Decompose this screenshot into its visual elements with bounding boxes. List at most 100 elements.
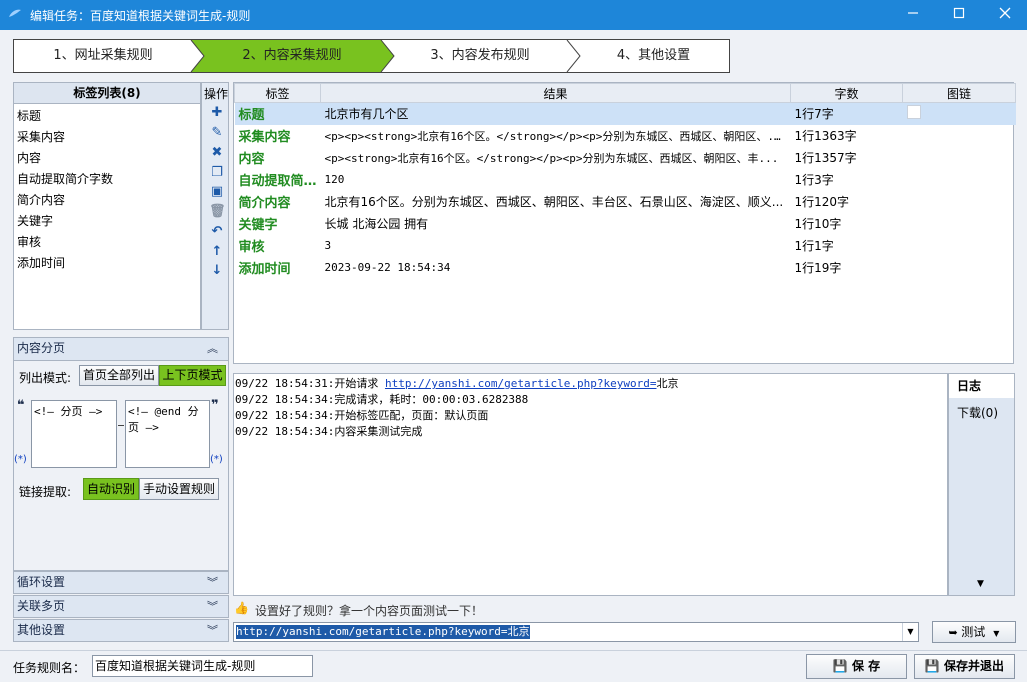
row-result: 北京有16个区。分别为东城区、西城区、朝阳区、丰台区、石景山区、海淀区、顺义..…: [324, 195, 784, 209]
row-result: <p><p><strong>北京有16个区。</strong></p><p>分别…: [324, 129, 788, 143]
log-url-link[interactable]: http://yanshi.com/getarticle.php?keyword…: [385, 377, 657, 390]
tag-item[interactable]: 自动提取简介字数: [17, 170, 113, 187]
col-tag[interactable]: 标签: [234, 83, 321, 103]
move-down-icon[interactable]: ↓: [209, 263, 225, 279]
table-row[interactable]: 自动提取简… 120 1行3字: [235, 169, 1016, 191]
url-dropdown-icon[interactable]: ▼: [902, 623, 918, 641]
start-marker-input[interactable]: <!— 分页 —>: [31, 400, 117, 468]
quote-close-icon: ❞: [211, 398, 219, 413]
log-line: 09/22 18:54:31:开始请求 http://yanshi.com/ge…: [235, 377, 679, 390]
end-marker-input[interactable]: <!— @end 分页 —>: [125, 400, 210, 468]
paging-header[interactable]: 内容分页 ︽: [14, 338, 228, 361]
multi-page-header[interactable]: 关联多页 ︾: [13, 595, 229, 618]
row-tag: 审核: [238, 240, 265, 255]
step-publish-rules[interactable]: 3、内容发布规则: [392, 40, 568, 72]
delete-icon[interactable]: ✖: [209, 145, 225, 161]
scroll-down-icon[interactable]: ▼: [977, 579, 984, 589]
row-count: 1行120字: [794, 195, 850, 209]
wildcard-start-button[interactable]: (*): [14, 454, 27, 465]
minimize-button[interactable]: [890, 0, 936, 30]
marker-separator: [118, 414, 124, 426]
link-extract-label: 链接提取:: [19, 485, 72, 499]
rule-name-input[interactable]: 百度知道根据关键词生成-规则: [92, 655, 313, 677]
log-line: 09/22 18:54:34:开始标签匹配，页面：默认页面: [235, 409, 489, 422]
tab-download[interactable]: 下载(0): [957, 404, 998, 421]
close-button[interactable]: [982, 0, 1027, 30]
tag-item[interactable]: 标题: [17, 107, 41, 124]
expand-icon: ︾: [207, 576, 218, 589]
table-row[interactable]: 标题 北京市有几个区 1行7字: [234, 102, 1016, 125]
save-exit-button[interactable]: 💾 保存并退出: [914, 654, 1015, 679]
maximize-button[interactable]: [936, 0, 982, 30]
tab-log[interactable]: 日志: [949, 374, 1014, 398]
results-panel: 标签 结果 字数 图链 标题 北京市有几个区 1行7字 采集内容 <p><p><…: [233, 82, 1016, 364]
step-other-settings[interactable]: 4、其他设置: [578, 40, 729, 72]
mode-prev-next-button[interactable]: 上下页模式: [159, 365, 226, 386]
row-result: 长城 北海公园 拥有: [324, 217, 429, 231]
test-button[interactable]: ➥ 测试 ▼: [932, 621, 1016, 643]
image-link-cell[interactable]: [906, 105, 921, 120]
move-up-icon[interactable]: ↑: [209, 244, 225, 260]
thumbs-up-icon: 👍: [234, 601, 249, 615]
table-row[interactable]: 采集内容 <p><p><strong>北京有16个区。</strong></p>…: [235, 125, 1016, 147]
col-result[interactable]: 结果: [320, 83, 791, 103]
test-dropdown-icon: ▼: [993, 629, 1000, 638]
row-count: 1行1字: [794, 239, 834, 253]
test-url-field[interactable]: http://yanshi.com/getarticle.php?keyword…: [233, 622, 919, 642]
save-icon: 💾: [832, 659, 852, 673]
window-title: 编辑任务：百度知道根据关键词生成-规则: [30, 9, 251, 23]
save-exit-icon: 💾: [924, 659, 945, 673]
add-icon[interactable]: ✚: [209, 105, 225, 121]
row-count: 1行7字: [790, 102, 903, 125]
link-manual-button[interactable]: 手动设置规则: [139, 478, 219, 500]
col-count[interactable]: 字数: [790, 83, 903, 103]
row-count: 1行19字: [794, 261, 842, 275]
table-row[interactable]: 简介内容 北京有16个区。分别为东城区、西城区、朝阳区、丰台区、石景山区、海淀区…: [235, 191, 1016, 213]
step-content-rules[interactable]: 2、内容采集规则: [202, 40, 382, 72]
row-image-link: [903, 235, 1016, 257]
row-image-link: [903, 213, 1016, 235]
row-image-link: [902, 102, 1016, 125]
table-row[interactable]: 内容 <p><strong>北京有16个区。</strong></p><p>分别…: [235, 147, 1016, 169]
row-result: 北京市有几个区: [320, 102, 791, 125]
paging-title: 内容分页: [17, 341, 66, 355]
table-row[interactable]: 添加时间 2023-09-22 18:54:34 1行19字: [235, 257, 1016, 279]
tag-item[interactable]: 采集内容: [17, 128, 65, 145]
wildcard-end-button[interactable]: (*): [210, 454, 223, 465]
ops-toolbar: 操作 ✚ ✎ ✖ ❐ ▣ 🗑 ↶ ↑ ↓: [201, 82, 229, 330]
step-url-rules[interactable]: 1、网址采集规则: [14, 40, 192, 72]
link-auto-button[interactable]: 自动识别: [83, 478, 139, 500]
table-row[interactable]: 关键字 长城 北海公园 拥有 1行10字: [235, 213, 1016, 235]
tag-item[interactable]: 内容: [17, 149, 41, 166]
trash-icon[interactable]: 🗑: [209, 204, 226, 220]
rule-name-label: 任务规则名：: [13, 661, 86, 675]
ops-title: 操作: [203, 87, 228, 101]
tag-item[interactable]: 简介内容: [17, 191, 65, 208]
tag-item[interactable]: 添加时间: [17, 254, 65, 271]
loop-settings-header[interactable]: 循环设置 ︾: [13, 571, 229, 594]
col-image-link[interactable]: 图链: [902, 83, 1016, 103]
results-table: 标签 结果 字数 图链 标题 北京市有几个区 1行7字 采集内容 <p><p><…: [234, 83, 1016, 279]
paste-icon[interactable]: ▣: [209, 184, 225, 200]
close-icon: [999, 7, 1011, 19]
other-settings-header[interactable]: 其他设置 ︾: [13, 619, 229, 642]
tag-list-panel: 标签列表(8) 标题 采集内容 内容 自动提取简介字数 简介内容 关键字 审核 …: [13, 82, 201, 330]
tag-item[interactable]: 审核: [17, 233, 41, 250]
row-tag: 标题: [234, 102, 321, 125]
tag-item[interactable]: 关键字: [17, 212, 53, 229]
paging-panel: 内容分页 ︽ 列出模式: 首页全部列出 上下页模式 ❝ <!— 分页 —> <!…: [13, 337, 229, 571]
mode-all-button[interactable]: 首页全部列出: [79, 365, 159, 386]
edit-icon[interactable]: ✎: [209, 125, 225, 141]
table-row[interactable]: 审核 3 1行1字: [235, 235, 1016, 257]
save-button[interactable]: 💾 保 存: [806, 654, 907, 679]
row-image-link: [903, 147, 1016, 169]
side-tabs: 日志 下载(0) ▼: [948, 373, 1015, 596]
test-run-icon: ➥: [948, 626, 962, 639]
row-tag: 添加时间: [238, 262, 291, 277]
test-url-input[interactable]: http://yanshi.com/getarticle.php?keyword…: [236, 625, 530, 639]
row-result: 120: [324, 173, 345, 186]
copy-icon[interactable]: ❐: [209, 165, 225, 181]
other-settings-label: 其他设置: [17, 623, 66, 637]
expand-icon: ︾: [207, 600, 218, 613]
undo-icon[interactable]: ↶: [209, 224, 225, 240]
